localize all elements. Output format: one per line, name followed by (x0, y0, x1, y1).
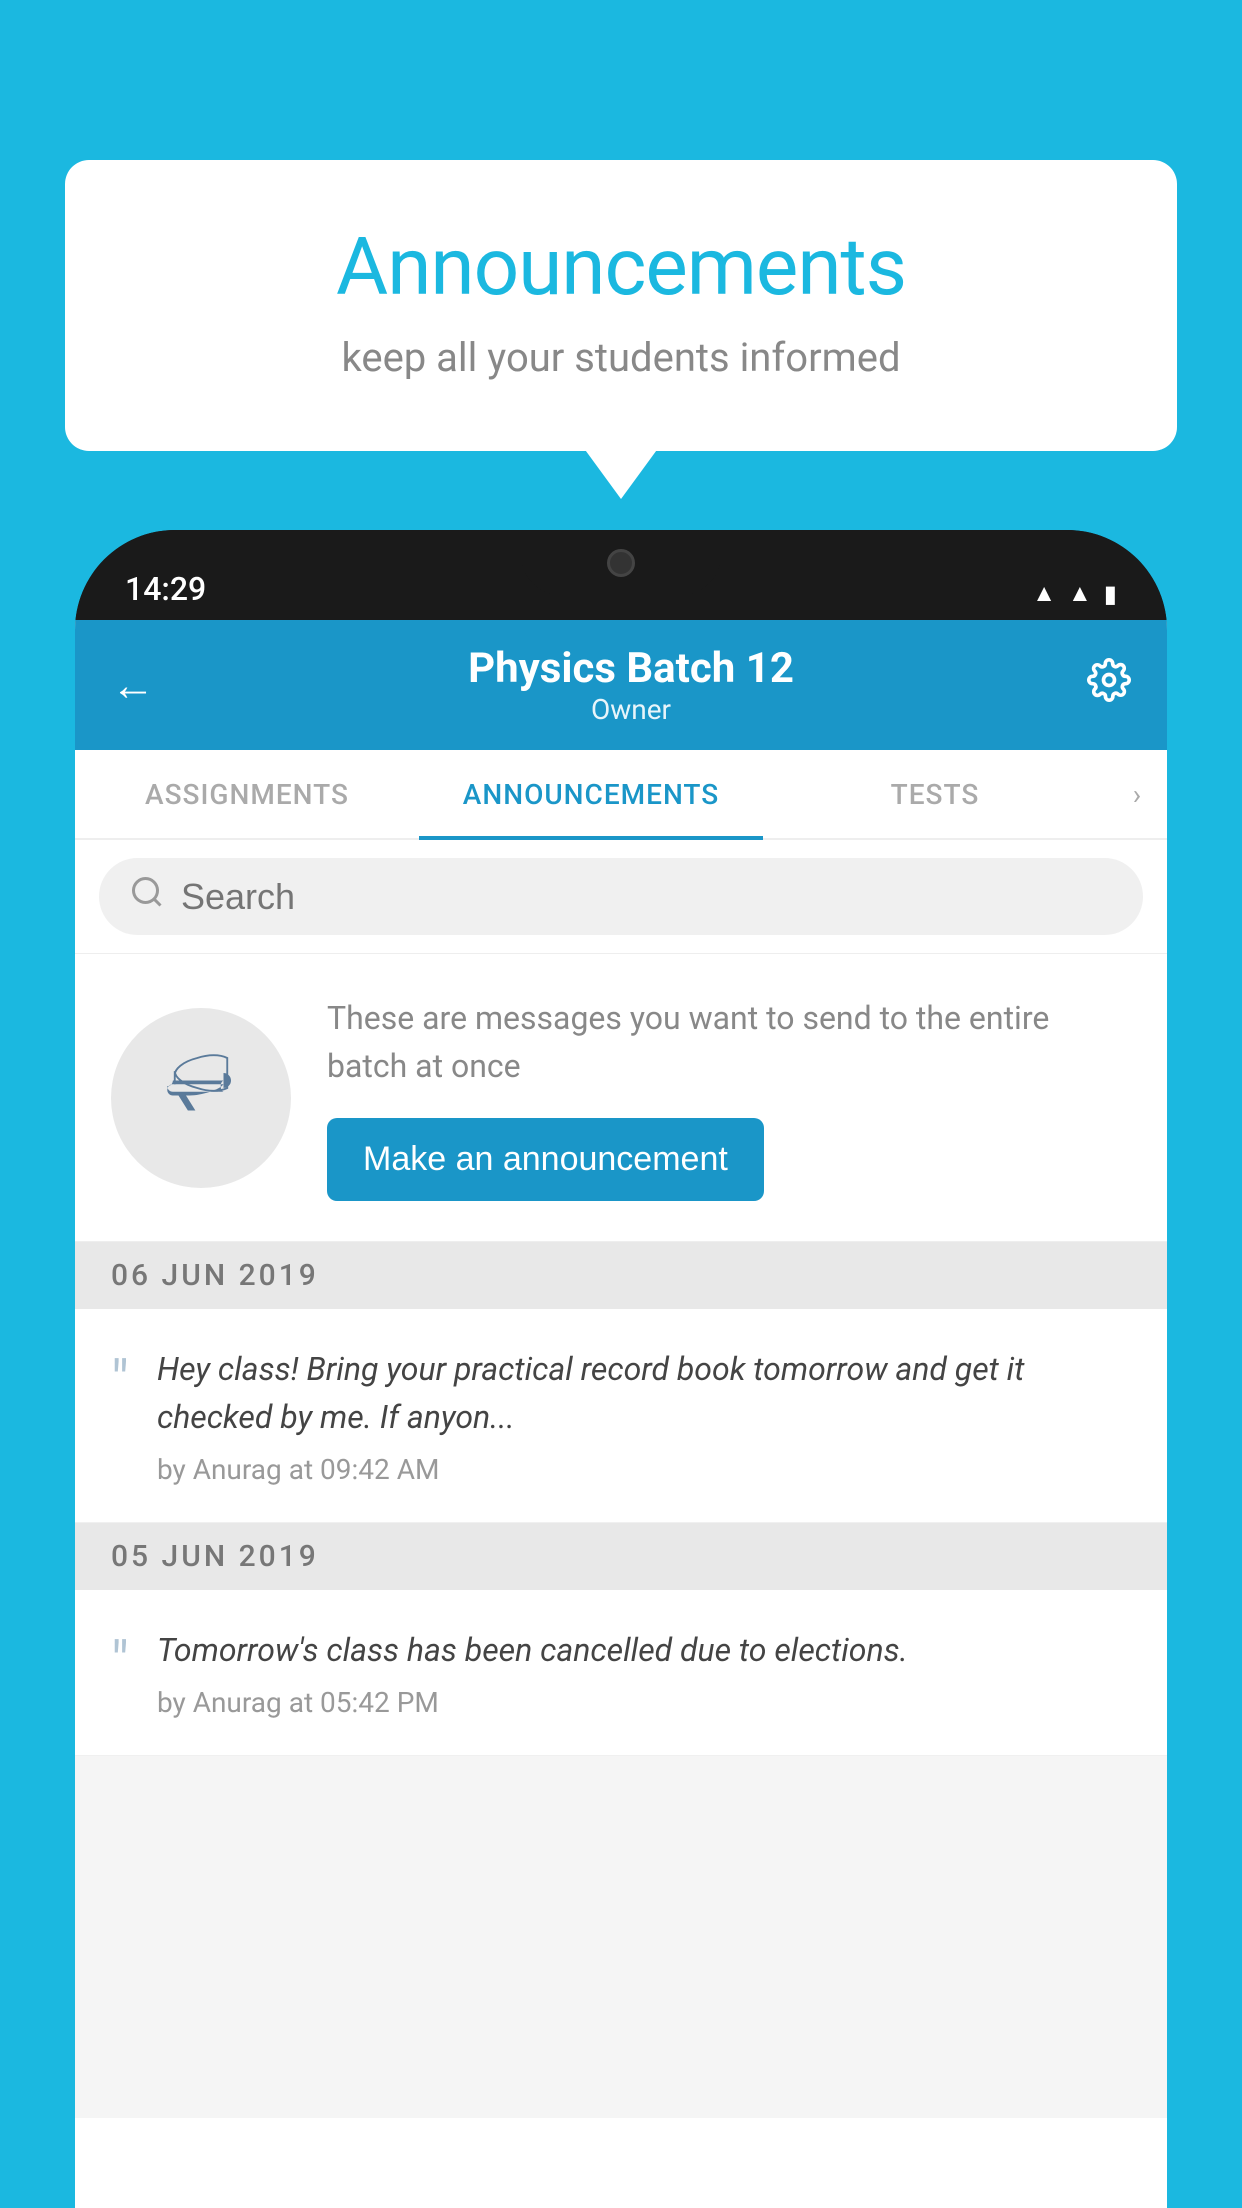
promo-right: These are messages you want to send to t… (327, 994, 1131, 1201)
phone-frame: 14:29 ▲ ▲ ▮ ← Physics Batch 12 Owner (75, 530, 1167, 2208)
app-content: ← Physics Batch 12 Owner ASSIGNMENTS ANN… (75, 620, 1167, 2208)
battery-icon: ▮ (1104, 580, 1117, 608)
search-container (75, 840, 1167, 954)
announcement-meta-1: by Anurag at 09:42 AM (157, 1453, 1131, 1486)
front-camera (607, 549, 635, 577)
back-button[interactable]: ← (111, 659, 155, 711)
quote-icon-1: " (111, 1353, 129, 1409)
status-time: 14:29 (125, 570, 206, 608)
search-icon (129, 874, 165, 919)
announcement-item-2: " Tomorrow's class has been cancelled du… (75, 1590, 1167, 1756)
signal-icon: ▲ (1068, 579, 1092, 608)
app-bar-title: Physics Batch 12 (175, 644, 1087, 693)
date-section-1: 06 JUN 2019 (75, 1242, 1167, 1309)
app-bar-title-area: Physics Batch 12 Owner (175, 644, 1087, 726)
phone-notch (521, 530, 721, 595)
settings-button[interactable] (1087, 658, 1131, 713)
tab-assignments[interactable]: ASSIGNMENTS (75, 750, 419, 838)
promo-description: These are messages you want to send to t… (327, 994, 1131, 1090)
announcement-content-1: Hey class! Bring your practical record b… (157, 1345, 1131, 1486)
search-input[interactable] (181, 876, 1113, 918)
status-icons: ▲ ▲ ▮ (1032, 579, 1117, 608)
content-area: These are messages you want to send to t… (75, 840, 1167, 2118)
tab-more[interactable]: › (1107, 750, 1167, 838)
announcement-content-2: Tomorrow's class has been cancelled due … (157, 1626, 1131, 1719)
announcement-item-1: " Hey class! Bring your practical record… (75, 1309, 1167, 1523)
tab-tests[interactable]: TESTS (763, 750, 1107, 838)
announcement-meta-2: by Anurag at 05:42 PM (157, 1686, 1131, 1719)
wifi-icon: ▲ (1032, 579, 1056, 608)
tabs-bar: ASSIGNMENTS ANNOUNCEMENTS TESTS › (75, 750, 1167, 840)
app-bar: ← Physics Batch 12 Owner (75, 620, 1167, 750)
announcement-text-1: Hey class! Bring your practical record b… (157, 1345, 1131, 1441)
speech-bubble: Announcements keep all your students inf… (65, 160, 1177, 451)
tab-announcements[interactable]: ANNOUNCEMENTS (419, 750, 763, 838)
date-section-2: 05 JUN 2019 (75, 1523, 1167, 1590)
speech-bubble-subtitle: keep all your students informed (145, 334, 1097, 381)
speech-bubble-title: Announcements (145, 220, 1097, 314)
promo-icon-circle (111, 1008, 291, 1188)
speech-bubble-container: Announcements keep all your students inf… (65, 160, 1177, 451)
announcement-text-2: Tomorrow's class has been cancelled due … (157, 1626, 1131, 1674)
search-input-wrapper (99, 858, 1143, 935)
quote-icon-2: " (111, 1634, 129, 1690)
megaphone-icon (156, 1043, 246, 1153)
app-bar-subtitle: Owner (175, 693, 1087, 726)
make-announcement-button[interactable]: Make an announcement (327, 1118, 764, 1201)
promo-card: These are messages you want to send to t… (75, 954, 1167, 1242)
